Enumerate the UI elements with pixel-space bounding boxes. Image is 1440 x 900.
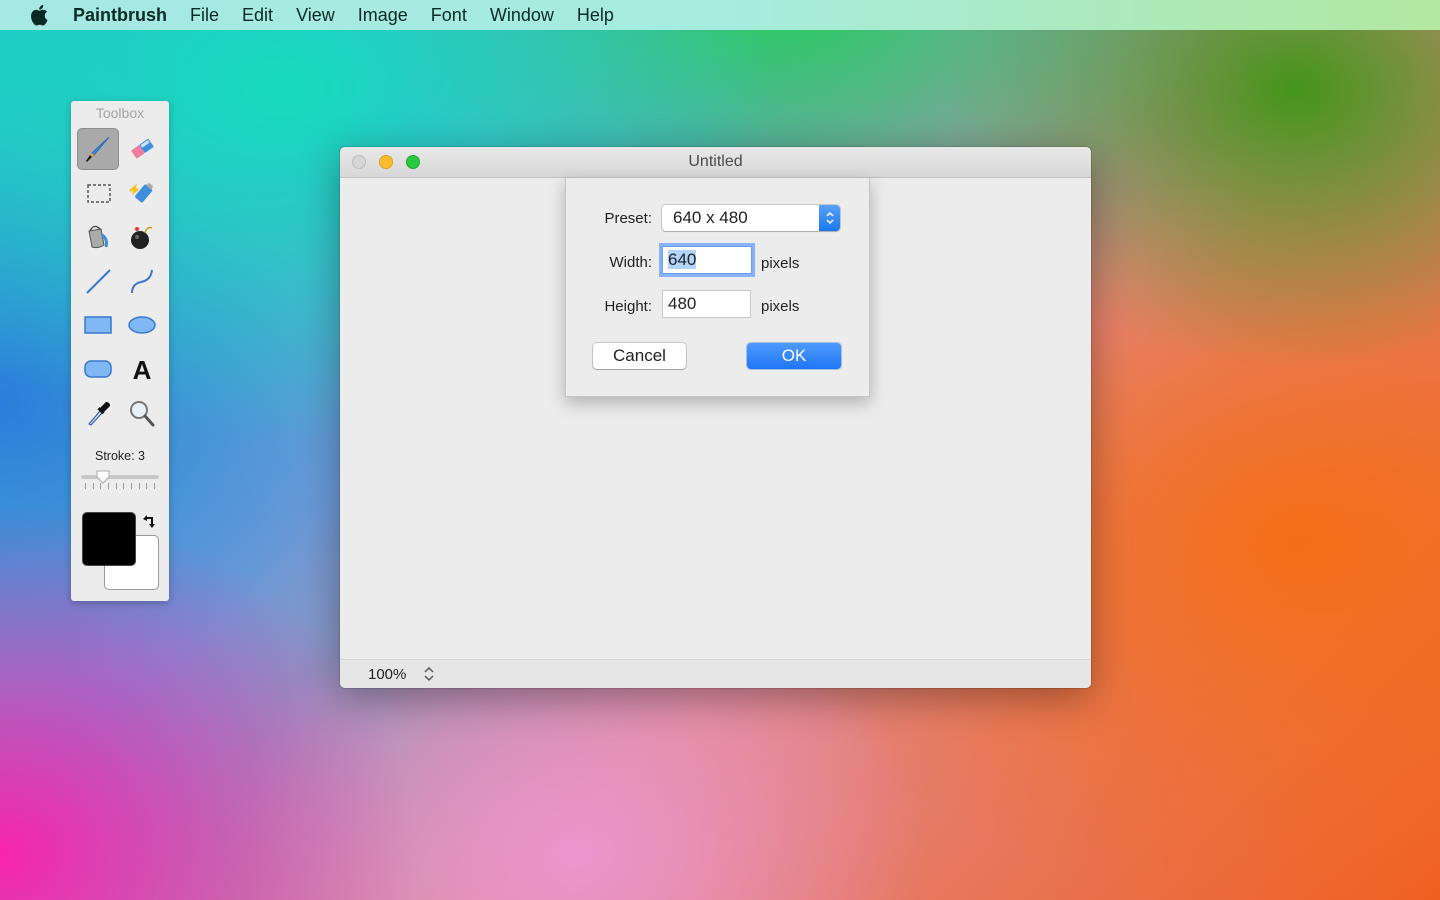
- menu-window[interactable]: Window: [490, 5, 554, 26]
- menu-bar: Paintbrush File Edit View Image Font Win…: [0, 0, 1440, 30]
- foreground-color-well[interactable]: [82, 512, 136, 566]
- stroke-label: Stroke: 3: [94, 449, 146, 463]
- menu-font[interactable]: Font: [431, 5, 467, 26]
- menu-view[interactable]: View: [296, 5, 335, 26]
- tool-paintbrush[interactable]: [77, 128, 119, 170]
- tool-eyedropper[interactable]: [77, 392, 119, 434]
- svg-text:A: A: [133, 355, 152, 384]
- status-bar: 100%: [340, 659, 1091, 688]
- line-icon: [86, 269, 111, 294]
- swap-colors-icon[interactable]: [140, 512, 158, 530]
- stroke-slider[interactable]: [81, 475, 159, 479]
- menu-image[interactable]: Image: [358, 5, 408, 26]
- rectangle-icon: [84, 316, 112, 334]
- popup-arrows-icon: [819, 205, 840, 231]
- tool-spray[interactable]: [121, 172, 163, 214]
- eyedropper-icon: [88, 402, 110, 426]
- window-titlebar[interactable]: Untitled: [340, 147, 1091, 178]
- tool-eraser[interactable]: [121, 128, 163, 170]
- tool-rounded-rectangle[interactable]: [77, 348, 119, 390]
- width-label: Width:: [609, 254, 652, 271]
- window-title: Untitled: [688, 153, 743, 170]
- height-value: 480: [668, 294, 697, 313]
- zoom-stepper-icon[interactable]: [423, 666, 435, 682]
- preset-label: Preset:: [604, 210, 652, 227]
- toolbox-panel: Toolbox A Stroke: 3: [71, 101, 169, 601]
- toolbox-title: Toolbox: [95, 105, 145, 121]
- preset-popup[interactable]: 640 x 480: [662, 205, 840, 231]
- height-input[interactable]: 480: [662, 290, 751, 318]
- magnifier-icon: [130, 401, 155, 427]
- tool-line[interactable]: [77, 260, 119, 302]
- curve-icon: [131, 269, 153, 294]
- tool-ellipse[interactable]: [121, 304, 163, 346]
- cancel-button[interactable]: Cancel: [593, 343, 686, 369]
- height-label: Height:: [604, 298, 652, 315]
- tool-rectangle[interactable]: [77, 304, 119, 346]
- stroke-slider-ticks: [85, 483, 155, 489]
- bomb-icon: [131, 226, 153, 249]
- new-image-sheet: Preset: 640 x 480 Width: 640 pixels Heig…: [565, 178, 870, 397]
- tool-text[interactable]: A: [121, 348, 163, 390]
- width-unit: pixels: [761, 255, 800, 272]
- height-unit: pixels: [761, 298, 800, 315]
- zoom-level: 100%: [368, 666, 407, 683]
- menu-app-name[interactable]: Paintbrush: [73, 5, 167, 26]
- paint-bucket-icon: [88, 225, 108, 249]
- apple-menu-icon[interactable]: [27, 3, 51, 27]
- text-icon: A: [133, 355, 152, 384]
- selection-rect-icon: [87, 184, 111, 203]
- tool-selection[interactable]: [77, 172, 119, 214]
- stroke-slider-knob[interactable]: [96, 470, 110, 484]
- menu-edit[interactable]: Edit: [242, 5, 273, 26]
- tool-zoom[interactable]: [121, 392, 163, 434]
- width-value: 640: [668, 250, 697, 269]
- eraser-icon: [131, 138, 154, 159]
- ok-button[interactable]: OK: [747, 343, 841, 369]
- menu-help[interactable]: Help: [577, 5, 614, 26]
- tool-bomb[interactable]: [121, 216, 163, 258]
- paintbrush-icon: [86, 136, 110, 162]
- tool-fill[interactable]: [77, 216, 119, 258]
- preset-value: 640 x 480: [673, 208, 748, 227]
- tool-curve[interactable]: [121, 260, 163, 302]
- spray-can-icon: [129, 182, 154, 203]
- ellipse-icon: [128, 316, 156, 334]
- menu-file[interactable]: File: [190, 5, 219, 26]
- width-input[interactable]: 640: [662, 246, 752, 274]
- rounded-rect-icon: [84, 360, 112, 378]
